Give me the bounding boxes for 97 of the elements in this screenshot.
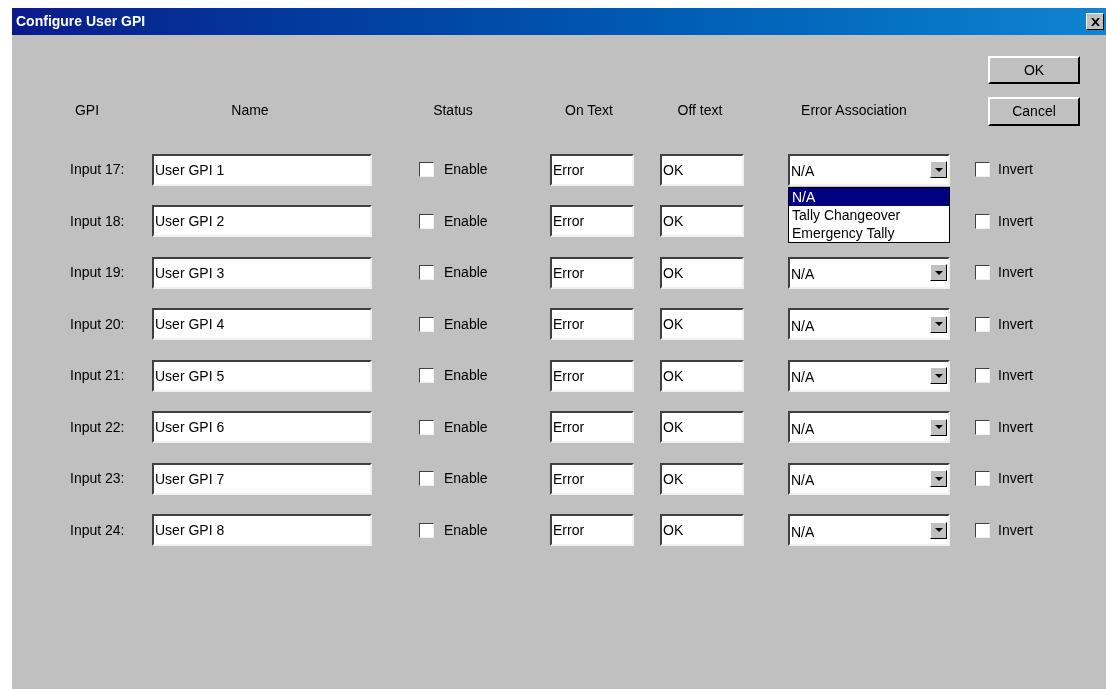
enable-checkbox[interactable] [419, 522, 434, 538]
enable-label: Enable [444, 366, 488, 386]
input-label: Input 18: [69, 211, 126, 231]
invert-label: Invert [998, 160, 1033, 180]
name-field[interactable]: User GPI 2 [152, 205, 372, 238]
association-dropdown[interactable]: N/A [788, 308, 950, 341]
association-dropdown[interactable]: N/A [788, 153, 950, 186]
dropdown-arrow-button[interactable] [930, 418, 947, 436]
enable-checkbox[interactable] [419, 368, 434, 384]
dropdown-arrow-button[interactable] [930, 315, 947, 333]
enable-checkbox[interactable] [419, 471, 434, 487]
enable-checkbox[interactable] [419, 265, 434, 281]
name-field[interactable]: User GPI 6 [152, 411, 372, 444]
dropdown-arrow-button[interactable] [930, 470, 947, 488]
off-text-field[interactable]: OK [660, 308, 744, 341]
dropdown-arrow-button[interactable] [930, 521, 947, 539]
column-header: Status [432, 100, 474, 120]
dropdown-option[interactable]: N/A [789, 187, 949, 206]
caret-icon [934, 167, 943, 172]
on-text-field[interactable]: Error [550, 153, 634, 186]
enable-label: Enable [444, 520, 488, 540]
enable-label: Enable [444, 211, 488, 231]
enable-label: Enable [444, 417, 488, 437]
input-label: Input 22: [69, 417, 126, 437]
dropdown-arrow-button[interactable] [930, 161, 947, 179]
caret-icon [934, 528, 943, 533]
input-label: Input 24: [69, 520, 126, 540]
caret-icon [934, 373, 943, 378]
off-text-field[interactable]: OK [660, 205, 744, 238]
caret-icon [934, 425, 943, 430]
enable-checkbox[interactable] [419, 213, 434, 229]
caret-icon [934, 476, 943, 481]
invert-checkbox[interactable] [975, 368, 990, 384]
input-label: Input 19: [69, 263, 126, 283]
invert-checkbox[interactable] [975, 162, 990, 178]
on-text-field[interactable]: Error [550, 205, 634, 238]
off-text-field[interactable]: OK [660, 256, 744, 289]
invert-checkbox[interactable] [975, 522, 990, 538]
enable-label: Enable [444, 469, 488, 489]
input-label: Input 17: [69, 160, 126, 180]
window-title: Configure User GPI [16, 12, 146, 31]
close-icon [1090, 17, 1100, 26]
enable-checkbox[interactable] [419, 316, 434, 332]
caret-icon [934, 322, 943, 327]
name-field[interactable]: User GPI 5 [152, 359, 372, 392]
name-field[interactable]: User GPI 7 [152, 462, 372, 495]
close-button[interactable] [1086, 13, 1104, 30]
invert-checkbox[interactable] [975, 265, 990, 281]
ok-button[interactable]: OK [988, 56, 1080, 84]
invert-label: Invert [998, 314, 1033, 334]
enable-label: Enable [444, 314, 488, 334]
on-text-field[interactable]: Error [550, 514, 634, 547]
enable-label: Enable [444, 263, 488, 283]
cancel-button[interactable]: Cancel [988, 97, 1080, 126]
invert-checkbox[interactable] [975, 213, 990, 229]
invert-checkbox[interactable] [975, 419, 990, 435]
input-label: Input 20: [69, 314, 126, 334]
column-header: On Text [564, 100, 614, 120]
enable-checkbox[interactable] [419, 419, 434, 435]
invert-label: Invert [998, 366, 1033, 386]
column-header: Name [230, 100, 270, 120]
invert-label: Invert [998, 263, 1033, 283]
off-text-field[interactable]: OK [660, 359, 744, 392]
invert-label: Invert [998, 417, 1033, 437]
name-field[interactable]: User GPI 3 [152, 256, 372, 289]
enable-checkbox[interactable] [419, 162, 434, 178]
off-text-field[interactable]: OK [660, 462, 744, 495]
on-text-field[interactable]: Error [550, 411, 634, 444]
on-text-field[interactable]: Error [550, 256, 634, 289]
enable-label: Enable [444, 160, 488, 180]
on-text-field[interactable]: Error [550, 308, 634, 341]
association-dropdown[interactable]: N/A [788, 462, 950, 495]
name-field[interactable]: User GPI 4 [152, 308, 372, 341]
column-header: Error Association [800, 100, 908, 120]
invert-checkbox[interactable] [975, 316, 990, 332]
off-text-field[interactable]: OK [660, 153, 744, 186]
invert-label: Invert [998, 469, 1033, 489]
input-label: Input 23: [69, 469, 126, 489]
column-header: Off text [676, 100, 724, 120]
association-dropdown[interactable]: N/A [788, 359, 950, 392]
association-dropdown[interactable]: N/A [788, 411, 950, 444]
association-dropdown[interactable]: N/A [788, 514, 950, 547]
off-text-field[interactable]: OK [660, 514, 744, 547]
caret-icon [934, 270, 943, 275]
invert-label: Invert [998, 520, 1033, 540]
on-text-field[interactable]: Error [550, 462, 634, 495]
off-text-field[interactable]: OK [660, 411, 744, 444]
invert-checkbox[interactable] [975, 471, 990, 487]
input-label: Input 21: [69, 366, 126, 386]
invert-label: Invert [998, 211, 1033, 231]
name-field[interactable]: User GPI 8 [152, 514, 372, 547]
association-dropdown[interactable]: N/A [788, 256, 950, 289]
dropdown-arrow-button[interactable] [930, 367, 947, 385]
name-field[interactable]: User GPI 1 [152, 153, 372, 186]
on-text-field[interactable]: Error [550, 359, 634, 392]
column-header: GPI [73, 100, 101, 120]
dropdown-arrow-button[interactable] [930, 264, 947, 282]
